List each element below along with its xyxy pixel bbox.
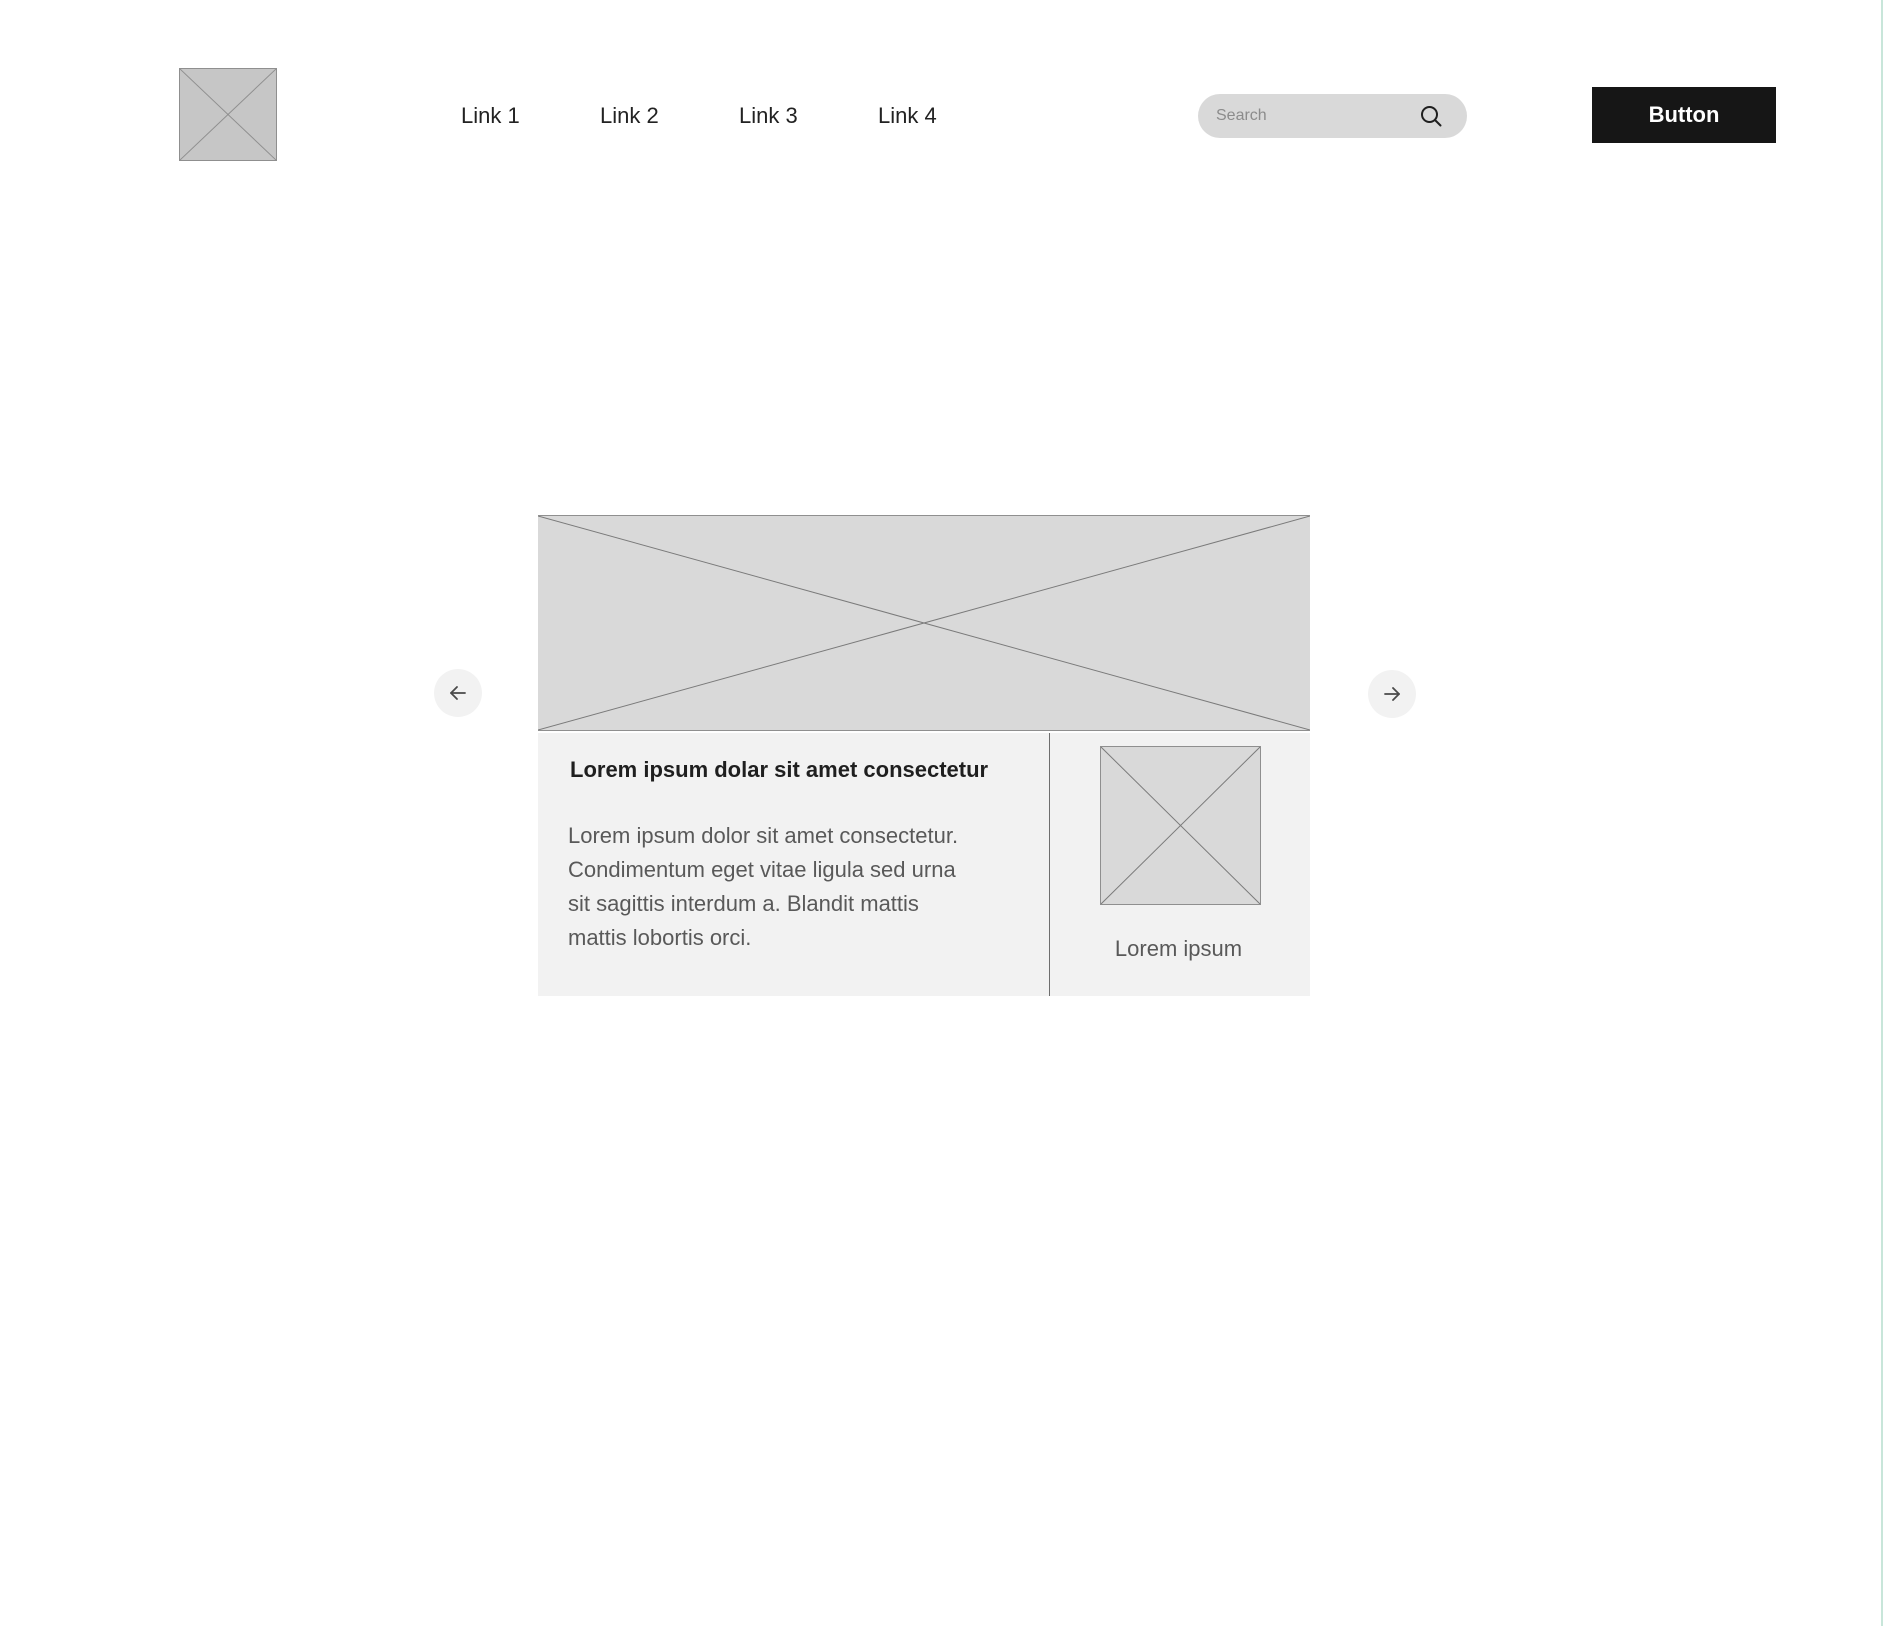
search-icon[interactable] — [1419, 104, 1443, 128]
image-placeholder-icon — [1101, 747, 1260, 904]
right-edge-line — [1881, 0, 1883, 1626]
card-text-column: Lorem ipsum dolar sit amet consectetur L… — [538, 733, 1049, 996]
carousel-next-button[interactable] — [1368, 670, 1416, 718]
image-placeholder-icon — [180, 69, 276, 160]
header-button[interactable]: Button — [1592, 87, 1776, 143]
image-placeholder-icon — [538, 516, 1310, 730]
arrow-right-icon — [1384, 687, 1400, 701]
card-title: Lorem ipsum dolar sit amet consectetur — [570, 757, 989, 782]
carousel-card[interactable]: Lorem ipsum dolar sit amet consectetur L… — [538, 515, 1310, 996]
nav-link-2[interactable]: Link 2 — [600, 100, 659, 132]
carousel-prev-button[interactable] — [434, 669, 482, 717]
card-body: Lorem ipsum dolar sit amet consectetur L… — [538, 733, 1310, 996]
search-bar — [1198, 94, 1467, 138]
search-input[interactable] — [1216, 94, 1406, 138]
logo-placeholder[interactable] — [179, 68, 277, 161]
page: Link 1 Link 2 Link 3 Link 4 Button — [0, 0, 1884, 1626]
thumb-caption: Lorem ipsum — [1114, 936, 1243, 961]
arrow-left-icon — [450, 686, 466, 700]
nav-link-1[interactable]: Link 1 — [461, 100, 520, 132]
nav-link-3[interactable]: Link 3 — [739, 100, 798, 132]
card-thumb-column: Lorem ipsum — [1050, 733, 1310, 996]
thumb-image-placeholder — [1100, 746, 1261, 905]
card-description: Lorem ipsum dolor sit amet consectetur. … — [568, 823, 959, 950]
nav-link-4[interactable]: Link 4 — [878, 100, 937, 132]
hero-image-placeholder — [538, 515, 1310, 731]
